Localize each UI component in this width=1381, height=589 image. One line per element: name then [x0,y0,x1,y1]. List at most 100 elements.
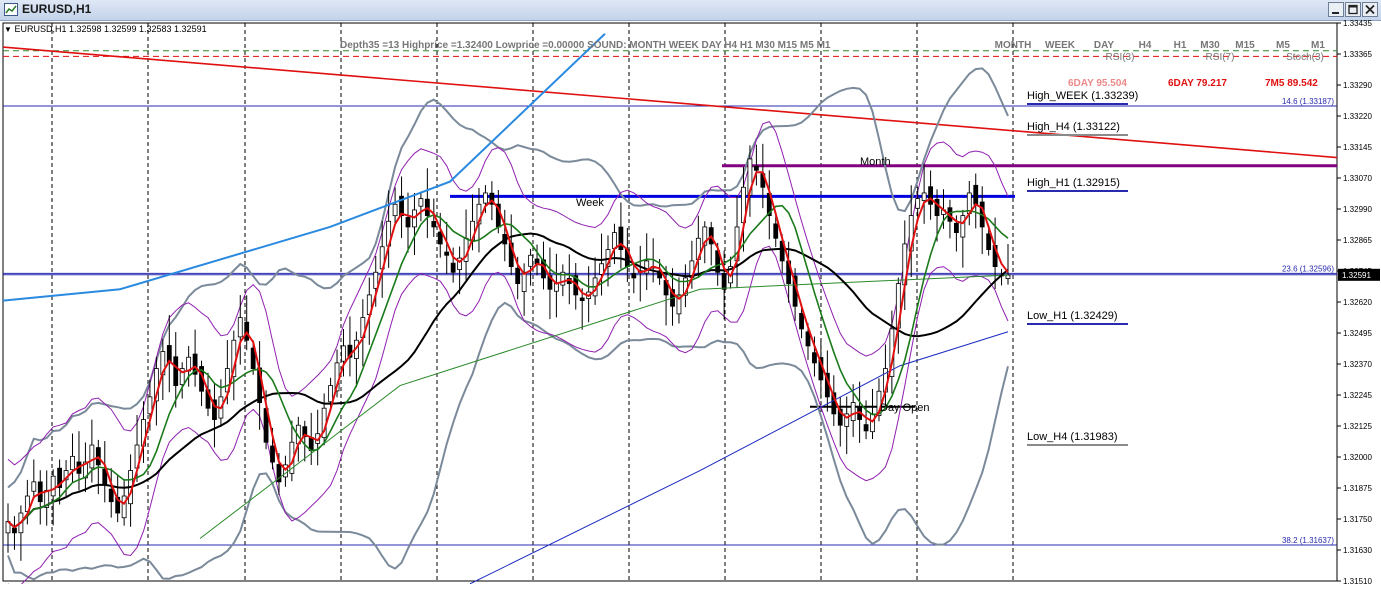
y-tick-label-5: 1.33070 [1343,174,1372,183]
plot-frame [2,22,1338,582]
candle-body-26 [173,356,179,386]
candle-body-10 [70,455,75,471]
y-tick-label-16: 1.31750 [1343,515,1372,524]
level-label-0: High_WEEK (1.33239) [1027,90,1138,102]
candle-body-134 [870,413,875,433]
y-tick-label-18: 1.31510 [1343,577,1372,584]
minimize-button[interactable] [1328,2,1344,17]
timeframe-label-8: M1 [1311,40,1325,51]
y-tick-label-1: 1.33365 [1343,50,1372,59]
maximize-icon [1348,4,1358,15]
y-tick-label-15: 1.31875 [1343,484,1372,493]
candle-body-147 [953,222,959,234]
oscillator-header-1: RSI(7) [1206,52,1235,63]
candle-body-7 [50,475,56,497]
collapse-arrow-icon[interactable]: ▼ [4,25,12,34]
minimize-icon [1332,12,1339,14]
window-title: EURUSD,H1 [22,2,92,16]
candle-body-152 [986,233,992,250]
level-label-2: High_H1 (1.32915) [1027,177,1120,189]
oscillator-header-0: RSI(3) [1106,52,1135,63]
timeframe-label-7: M5 [1276,40,1290,51]
candle-body-4 [31,481,37,492]
candle-body-62 [405,217,411,228]
y-tick-label-3: 1.33220 [1343,112,1372,121]
oscillator-header-2: Stoch(3) [1286,52,1324,63]
y-tick-label-2: 1.33290 [1343,81,1372,90]
candle-body-60 [392,203,398,217]
level-label-1: High_H4 (1.33122) [1027,121,1120,133]
candle-body-94 [612,232,617,249]
y-tick-label-4: 1.33145 [1343,143,1372,152]
candle-body-1 [12,527,17,534]
candle-body-81 [528,254,533,267]
candle-body-66 [431,221,437,228]
y-tick-label-13: 1.32125 [1343,422,1372,431]
y-axis: 1.33435 1.33365 1.33290 1.33220 1.33145 1.330… [1337,19,1380,586]
candle-body-50 [328,385,333,403]
candle-body-133 [863,424,869,432]
indicator-text: Depth35 =13 Highprice =1.32400 Lowprice … [340,40,831,51]
candle-body-41 [270,445,275,463]
candle-body-68 [444,251,450,256]
candle-body-74 [483,192,488,204]
candle-body-16 [108,488,114,503]
oscillator-value-1: 6DAY 79.217 [1168,78,1227,89]
price-chart[interactable]: 14.6 (1.33187) 23.6 (1.32596) 38.2 (1.3163… [0,19,1381,589]
candle-body-89 [579,297,585,301]
candle-body-119 [773,223,779,239]
candle-body-52 [341,345,346,362]
candle-body-148 [960,215,966,238]
y-tick-label-11: 1.32370 [1343,360,1372,369]
y-tick-label-9: 1.32620 [1343,298,1372,307]
candle-body-125 [812,352,817,364]
y-tick-label-12: 1.32245 [1343,391,1372,400]
candle-body-142 [921,192,927,201]
maximize-button[interactable] [1345,2,1361,17]
candle-body-85 [553,283,559,292]
candle-body-79 [515,267,521,284]
timeframe-label-1: WEEK [1045,40,1076,51]
close-icon [1365,4,1375,15]
timeframe-label-2: DAY [1094,40,1115,51]
candle-body-131 [850,402,856,421]
month-label: Month [860,156,891,168]
fibo-label-0: 14.6 (1.33187) [1282,97,1334,106]
candle-body-69 [450,262,456,273]
candle-body-111 [721,273,727,290]
candle-body-123 [799,312,804,330]
candle-body-116 [753,165,759,171]
candle-body-13 [89,444,95,469]
timeframe-label-5: M30 [1200,40,1220,51]
symbol-info: ▼ EURUSD,H1 1.32598 1.32599 1.32583 1.32… [4,24,207,34]
y-tick-label-17: 1.31630 [1343,546,1372,555]
close-button[interactable] [1362,2,1378,17]
timeframe-label-0: MONTH [995,40,1032,51]
y-tick-label-0: 1.33435 [1343,20,1372,28]
candle-body-97 [631,273,637,279]
y-tick-label-10: 1.32495 [1343,329,1372,338]
y-tick-label-14: 1.32000 [1343,453,1372,462]
fibo-label-2: 38.2 (1.31637) [1282,536,1334,545]
candle-body-18 [121,495,127,519]
chart-window: EURUSD,H1 14.6 (1.33187) 23.6 (1.32596) 38… [0,0,1381,589]
y-tick-label-7: 1.32865 [1343,236,1372,245]
level-label-4: Low_H4 (1.31983) [1027,431,1118,443]
timeframe-label-4: H1 [1174,40,1187,51]
level-label-3: Low_H1 (1.32429) [1027,310,1118,322]
oscillator-value-0: 6DAY 95.504 [1068,78,1127,89]
current-price-label: 1.32591 [1342,271,1371,280]
candle-body-141 [915,198,921,209]
y-tick-label-6: 1.32990 [1343,205,1372,214]
timeframe-label-6: M15 [1235,40,1255,51]
chart-window-icon [4,3,18,16]
candle-body-64 [418,198,424,207]
oscillator-value-2: 7M5 89.542 [1265,78,1318,89]
candle-body-143 [928,186,933,205]
candle-body-36 [237,317,243,338]
week-label: Week [576,197,604,209]
candle-body-150 [973,184,979,205]
window-titlebar[interactable]: EURUSD,H1 [0,0,1381,21]
timeframe-label-3: H4 [1139,40,1152,51]
fibo-label-1: 23.6 (1.32596) [1282,264,1334,273]
